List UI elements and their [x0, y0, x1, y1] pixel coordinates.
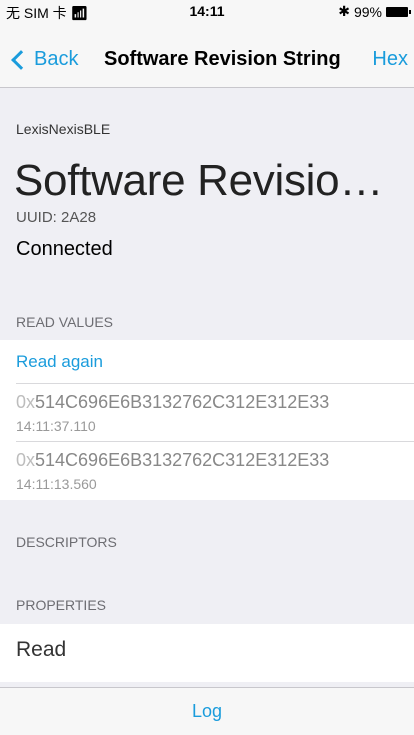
- value-row: 0x514C696E6B3132762C312E312E33 14:11:37.…: [0, 384, 414, 442]
- log-button[interactable]: Log: [0, 701, 414, 722]
- connection-status: Connected: [16, 238, 113, 260]
- value-timestamp: 14:11:37.110: [16, 418, 96, 434]
- hex-value: 0x514C696E6B3132762C312E312E33: [16, 392, 329, 413]
- read-values-header: READ VALUES: [16, 314, 113, 330]
- navigation-bar: Back Software Revision String Hex: [0, 22, 414, 88]
- read-again-button[interactable]: Read again: [16, 352, 103, 372]
- characteristic-uuid: UUID: 2A28: [16, 209, 97, 226]
- read-values-group: Read again 0x514C696E6B3132762C312E312E3…: [0, 340, 414, 500]
- nav-title: Software Revision String: [104, 48, 341, 70]
- properties-header: PROPERTIES: [16, 597, 106, 613]
- hex-digits: 514C696E6B3132762C312E312E33: [35, 392, 330, 412]
- value-timestamp: 14:11:13.560: [16, 476, 97, 492]
- hex-digits: 514C696E6B3132762C312E312E33: [35, 450, 330, 470]
- hex-value: 0x514C696E6B3132762C312E312E33: [16, 450, 329, 471]
- bottom-bar: Log: [0, 687, 414, 735]
- property-row: Read: [0, 624, 414, 682]
- characteristic-title: Software Revision Str…: [14, 156, 406, 205]
- battery-icon: [386, 6, 411, 17]
- battery-percent: 99%: [353, 3, 382, 20]
- read-again-row[interactable]: Read again: [0, 340, 414, 384]
- hex-button[interactable]: Hex: [372, 48, 408, 71]
- value-row: 0x514C696E6B3132762C312E312E33 14:11:13.…: [0, 442, 414, 500]
- chevron-left-icon: [11, 49, 31, 70]
- status-bar: 无 SIM 卡 📶︎ 14:11 ✱ 99%: [0, 0, 414, 22]
- status-right: ✱ 99%: [338, 3, 411, 20]
- properties-group: Read: [0, 624, 414, 682]
- hex-prefix: 0x: [16, 450, 36, 470]
- property-label: Read: [16, 638, 67, 661]
- hex-prefix: 0x: [16, 392, 36, 412]
- back-label: Back: [34, 48, 79, 70]
- device-name: LexisNexisBLE: [16, 121, 111, 137]
- descriptors-header: DESCRIPTORS: [16, 534, 117, 550]
- bluetooth-icon: ✱: [338, 3, 350, 19]
- back-button[interactable]: Back: [10, 48, 78, 71]
